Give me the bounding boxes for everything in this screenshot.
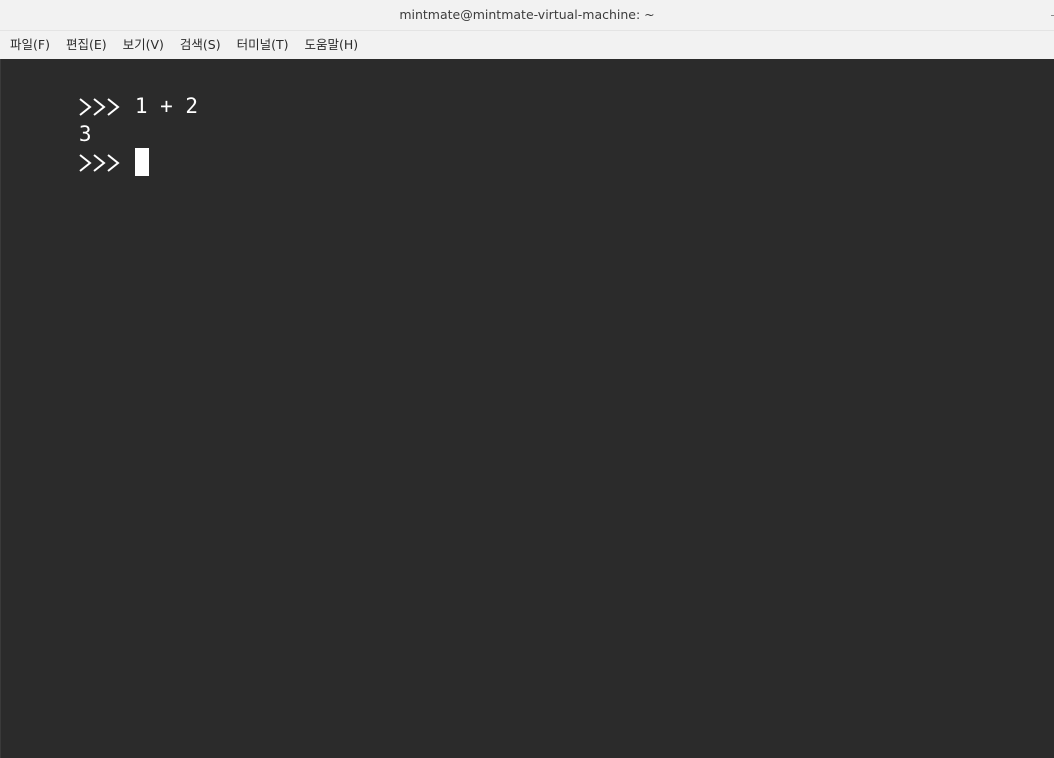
text-cursor <box>134 148 149 176</box>
terminal-window: mintmate@mintmate-virtual-machine: ~ 파일(… <box>0 0 1054 758</box>
title-bar[interactable]: mintmate@mintmate-virtual-machine: ~ <box>0 0 1054 31</box>
menu-search[interactable]: 검색(S) <box>176 31 225 59</box>
menu-help[interactable]: 도움말(H) <box>301 31 363 59</box>
menu-terminal[interactable]: 터미널(T) <box>233 31 293 59</box>
menu-file[interactable]: 파일(F) <box>6 31 54 59</box>
terminal-line-current <box>3 119 149 176</box>
terminal-area[interactable]: 1 + 2 3 <box>0 59 1054 758</box>
menu-bar: 파일(F) 편집(E) 보기(V) 검색(S) 터미널(T) 도움말(H) <box>0 31 1054 59</box>
menu-view[interactable]: 보기(V) <box>119 31 168 59</box>
command-text: 1 + 2 <box>134 94 199 118</box>
terminal-line-output: 3 <box>3 91 92 146</box>
menu-edit[interactable]: 편집(E) <box>62 31 111 59</box>
triple-chevron-prompt-icon <box>79 148 121 177</box>
window-title: mintmate@mintmate-virtual-machine: ~ <box>399 7 655 22</box>
terminal-line-input: 1 + 2 <box>3 63 198 118</box>
